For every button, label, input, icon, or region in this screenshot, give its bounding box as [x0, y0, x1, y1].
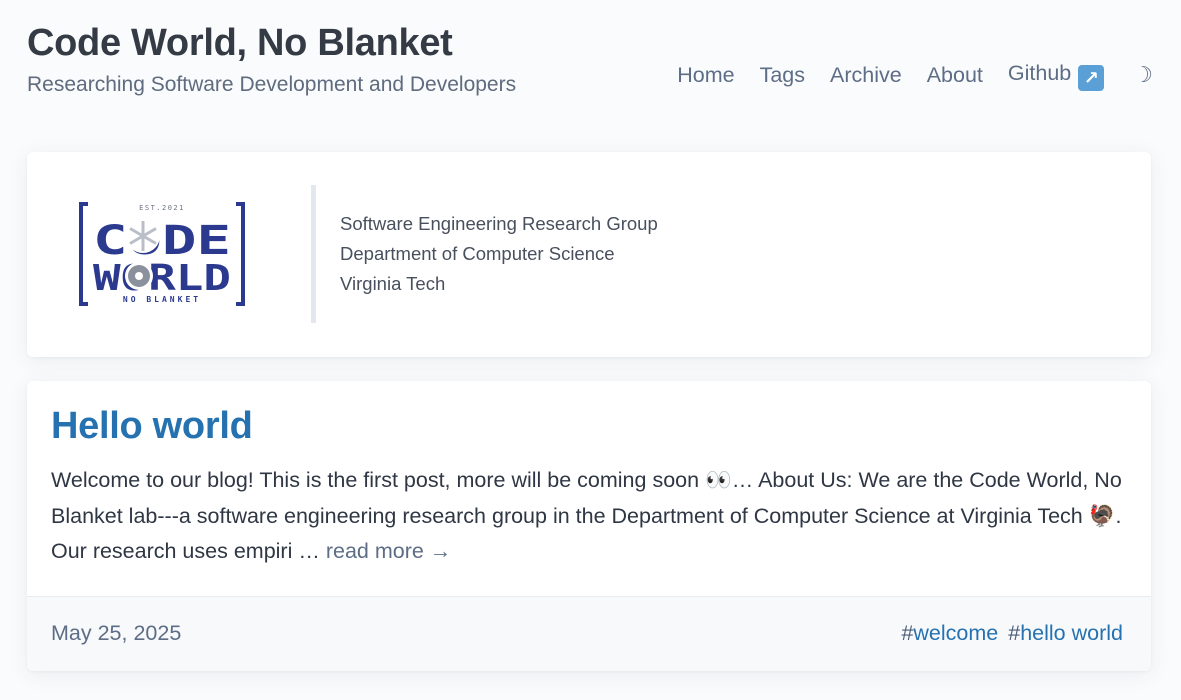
- external-link-arrow-icon: ↗: [1078, 65, 1105, 91]
- profile-card: EST.2021 CODE WORLD NO BLANKET Software …: [27, 152, 1151, 357]
- tag-label: hello world: [1020, 621, 1123, 645]
- tag-label: welcome: [913, 621, 999, 645]
- nav-tags[interactable]: Tags: [760, 61, 805, 89]
- read-more-link[interactable]: read more →: [326, 539, 451, 563]
- post-date: May 25, 2025: [51, 621, 182, 645]
- nav-github-label: Github: [1007, 61, 1072, 85]
- post-tags: #welcome #hello world: [901, 619, 1123, 647]
- affiliation-group: Software Engineering Research Group: [340, 213, 658, 234]
- nav-archive[interactable]: Archive: [830, 61, 902, 89]
- site-title[interactable]: Code World, No Blanket: [27, 20, 453, 66]
- post-excerpt-text: Welcome to our blog! This is the first p…: [51, 468, 1122, 563]
- tag-welcome[interactable]: #welcome: [901, 619, 998, 647]
- nav-about[interactable]: About: [927, 61, 983, 89]
- affiliation: Software Engineering Research Group Depa…: [340, 209, 658, 299]
- tag-hash: #: [1008, 621, 1021, 645]
- code-world-logo: EST.2021 CODE WORLD NO BLANKET: [79, 202, 245, 306]
- main-nav: Home Tags Archive About Github ↗ ☽: [677, 59, 1153, 91]
- gear-icon: [125, 262, 153, 290]
- post-excerpt: Welcome to our blog! This is the first p…: [51, 463, 1136, 570]
- snowflake-icon: [126, 219, 160, 253]
- nav-home[interactable]: Home: [677, 61, 734, 89]
- affiliation-university: Virginia Tech: [340, 273, 446, 294]
- theme-toggle-moon-icon[interactable]: ☽: [1133, 61, 1153, 89]
- post-card: Hello world Welcome to our blog! This is…: [27, 381, 1151, 671]
- svg-text:NO BLANKET: NO BLANKET: [123, 295, 201, 304]
- svg-text:WORLD: WORLD: [93, 258, 231, 299]
- post-title-link[interactable]: Hello world: [51, 403, 253, 449]
- nav-github[interactable]: Github ↗: [1007, 59, 1105, 91]
- site-header: Code World, No Blanket Researching Softw…: [0, 0, 1181, 120]
- tag-hash: #: [901, 621, 914, 645]
- svg-text:EST.2021: EST.2021: [139, 204, 185, 212]
- site-subtitle: Researching Software Development and Dev…: [27, 73, 517, 96]
- post-footer: May 25, 2025 #welcome #hello world: [27, 596, 1151, 671]
- affiliation-department: Department of Computer Science: [340, 243, 615, 264]
- tag-hello-world[interactable]: #hello world: [1008, 619, 1123, 647]
- vertical-divider: [311, 185, 316, 323]
